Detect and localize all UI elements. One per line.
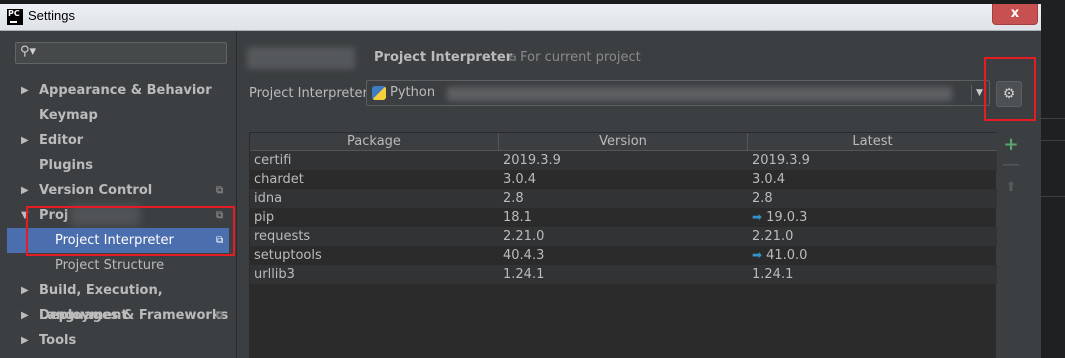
expand-arrow-icon[interactable]: ▶	[21, 278, 29, 303]
upgrade-available-icon: ➡	[752, 248, 763, 262]
package-latest: 1.24.1	[752, 267, 794, 282]
sidebar-item-label: Editor	[39, 133, 84, 148]
table-row[interactable]: pip 18.1 ➡ 19.0.3	[250, 208, 997, 227]
package-name: certifi	[254, 153, 292, 168]
expand-arrow-icon[interactable]: ▶	[21, 303, 29, 328]
sidebar-item-label: Keymap	[39, 108, 98, 123]
search-icon: ⚲▾	[20, 44, 37, 59]
project-scope-icon: ⧉	[216, 310, 224, 321]
expand-arrow-icon[interactable]: ▶	[21, 78, 29, 103]
upgrade-available-icon: ➡	[752, 210, 763, 224]
column-header-latest[interactable]: Latest	[748, 133, 997, 151]
sidebar-item-label: Appearance & Behavior	[39, 83, 212, 98]
table-row[interactable]: chardet 3.0.4 3.0.4	[250, 170, 997, 189]
interpreter-select[interactable]: Python ▼	[366, 80, 990, 106]
scope-note: ⧉ For current project	[509, 50, 641, 65]
package-latest: 2.8	[752, 191, 773, 206]
chevron-down-icon[interactable]: ▼	[971, 85, 983, 101]
upgrade-package-button[interactable]: ⬆	[998, 180, 1024, 195]
package-latest: 41.0.0	[766, 248, 808, 263]
expand-arrow-icon[interactable]: ▶	[21, 178, 29, 203]
table-header: Package Version Latest	[250, 133, 997, 151]
table-row[interactable]: certifi 2019.3.9 2019.3.9	[250, 151, 997, 170]
package-name: urllib3	[254, 267, 295, 282]
sidebar-item-label: Project Structure	[55, 258, 165, 273]
table-row[interactable]: requests 2.21.0 2.21.0	[250, 227, 997, 246]
column-header-version[interactable]: Version	[499, 133, 748, 151]
project-scope-icon: ⧉	[216, 185, 224, 196]
sidebar-item-project-structure[interactable]: Project Structure	[0, 253, 236, 278]
sidebar-item-build[interactable]: ▶ Build, Execution, Deployment	[0, 278, 236, 323]
package-latest: 19.0.3	[766, 210, 808, 225]
main-panel: Project Interpreter ⧉ For current project…	[237, 31, 1041, 358]
table-row[interactable]: urllib3 1.24.1 1.24.1	[250, 265, 997, 284]
package-name: pip	[254, 210, 275, 225]
interpreter-label: Project Interpreter:	[249, 86, 373, 101]
scope-text: For current project	[520, 50, 641, 65]
package-latest: 3.0.4	[752, 172, 786, 187]
packages-table: Package Version Latest certifi 2019.3.9 …	[249, 132, 997, 358]
package-version: 2.21.0	[503, 229, 545, 244]
sidebar-item-plugins[interactable]: Plugins	[0, 153, 236, 178]
package-latest-cell: ➡ 41.0.0	[752, 246, 807, 265]
package-latest: 2019.3.9	[752, 153, 810, 168]
sidebar-item-tools[interactable]: ▶ Tools	[0, 328, 236, 353]
package-version: 40.4.3	[503, 248, 545, 263]
package-toolbar: + — ⬆	[998, 132, 1024, 358]
redacted-interpreter-path	[447, 87, 952, 101]
sidebar-item-version-control[interactable]: ▶ Version Control ⧉	[0, 178, 236, 203]
project-scope-icon: ⧉	[509, 53, 517, 64]
table-row[interactable]: idna 2.8 2.8	[250, 189, 997, 208]
package-name: chardet	[254, 172, 304, 187]
package-latest: 2.21.0	[752, 229, 794, 244]
pycharm-icon: PC	[7, 9, 23, 25]
settings-search-input[interactable]: ⚲▾	[15, 42, 227, 64]
sidebar-item-keymap[interactable]: Keymap	[0, 103, 236, 128]
package-version: 2.8	[503, 191, 524, 206]
package-version: 1.24.1	[503, 267, 545, 282]
package-name: idna	[254, 191, 283, 206]
annotation-highlight-gear	[984, 57, 1036, 121]
expand-arrow-icon[interactable]: ▶	[21, 128, 29, 153]
table-row[interactable]: setuptools 40.4.3 ➡ 41.0.0	[250, 246, 997, 265]
package-version: 18.1	[503, 210, 532, 225]
sidebar-item-languages[interactable]: ▶ Languages & Frameworks ⧉	[0, 303, 236, 328]
page-title: Project Interpreter	[374, 50, 513, 65]
title-bar: PC Settings x	[0, 4, 1041, 31]
add-package-button[interactable]: +	[998, 134, 1024, 155]
window-title: Settings	[28, 8, 75, 23]
python-icon	[372, 86, 386, 100]
expand-arrow-icon[interactable]: ▶	[21, 328, 29, 353]
sidebar-item-editor[interactable]: ▶ Editor	[0, 128, 236, 153]
desktop-strip-right	[1041, 0, 1065, 358]
sidebar-item-label: Plugins	[39, 158, 93, 173]
package-name: requests	[254, 229, 311, 244]
close-button[interactable]: x	[992, 4, 1038, 25]
interpreter-value: Python	[390, 85, 436, 100]
package-version: 2019.3.9	[503, 153, 561, 168]
redacted-breadcrumb	[247, 47, 355, 69]
settings-window: PC Settings x ⚲▾ ▶ Appearance & Behavior…	[0, 4, 1041, 358]
sidebar-item-label: Tools	[39, 333, 77, 348]
settings-sidebar: ⚲▾ ▶ Appearance & Behavior Keymap ▶ Edit…	[0, 31, 237, 358]
package-version: 3.0.4	[503, 172, 537, 187]
annotation-highlight-interpreter	[26, 206, 235, 256]
package-latest-cell: ➡ 19.0.3	[752, 208, 807, 227]
column-header-package[interactable]: Package	[250, 133, 499, 151]
package-name: setuptools	[254, 248, 322, 263]
sidebar-item-appearance[interactable]: ▶ Appearance & Behavior	[0, 78, 236, 103]
sidebar-item-label: Version Control	[39, 183, 153, 198]
sidebar-item-label: Languages & Frameworks	[39, 308, 229, 323]
remove-package-button[interactable]: —	[998, 154, 1024, 175]
